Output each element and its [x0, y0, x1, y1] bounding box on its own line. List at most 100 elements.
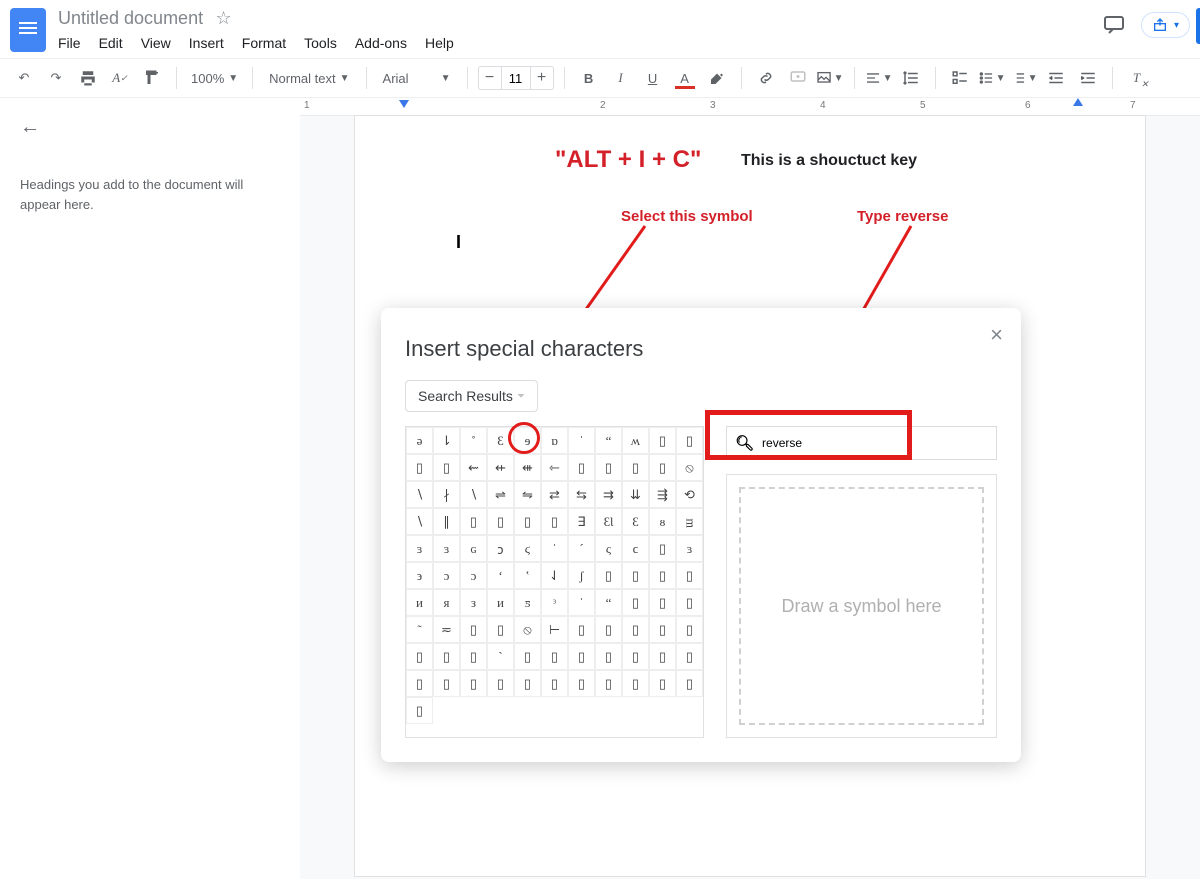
checklist-button[interactable]	[946, 64, 974, 92]
character-cell[interactable]: ▯	[622, 454, 649, 481]
menu-addons[interactable]: Add-ons	[355, 35, 407, 51]
character-cell[interactable]: ˋ	[487, 643, 514, 670]
character-cell[interactable]: ᴕ	[649, 508, 676, 535]
character-cell[interactable]: ▯	[649, 427, 676, 454]
character-cell[interactable]: ▯	[595, 616, 622, 643]
character-cell[interactable]: ∥	[433, 508, 460, 535]
character-cell[interactable]: ▯	[541, 643, 568, 670]
character-cell[interactable]: ⇌	[487, 481, 514, 508]
character-cell[interactable]: 𐑋	[487, 535, 514, 562]
character-cell[interactable]: ▯	[460, 616, 487, 643]
character-cell[interactable]: ▯	[514, 670, 541, 697]
character-cell[interactable]: ə	[406, 427, 433, 454]
character-cell[interactable]: ▯	[595, 454, 622, 481]
character-cell[interactable]: ⦸	[514, 616, 541, 643]
redo-button[interactable]: ↷	[42, 64, 70, 92]
character-cell[interactable]: ▯	[676, 562, 703, 589]
character-cell[interactable]: ⇊	[622, 481, 649, 508]
character-cell[interactable]: “	[595, 589, 622, 616]
character-cell[interactable]: ▯	[568, 670, 595, 697]
character-cell[interactable]: ⇶	[649, 481, 676, 508]
comments-icon[interactable]	[1101, 12, 1127, 38]
character-cell[interactable]: ▯	[649, 454, 676, 481]
character-cell[interactable]: ▯	[676, 616, 703, 643]
character-cell[interactable]: ▯	[514, 508, 541, 535]
character-cell[interactable]: ⇄	[541, 481, 568, 508]
character-cell[interactable]: ▯	[676, 670, 703, 697]
character-cell[interactable]: ʻ	[487, 562, 514, 589]
character-cell[interactable]: ∃	[568, 508, 595, 535]
character-cell[interactable]: ɔ	[460, 562, 487, 589]
character-cell[interactable]: ▯	[568, 616, 595, 643]
print-button[interactable]	[74, 64, 102, 92]
character-cell[interactable]: Ɛ	[622, 508, 649, 535]
character-cell[interactable]: ▯	[595, 670, 622, 697]
character-cell[interactable]: ƐƖ	[595, 508, 622, 535]
character-cell[interactable]: ϶	[406, 562, 433, 589]
underline-button[interactable]: U	[639, 64, 667, 92]
character-cell[interactable]: ⦸	[676, 454, 703, 481]
menu-insert[interactable]: Insert	[189, 35, 224, 51]
zoom-select[interactable]: 100%▼	[187, 71, 242, 86]
undo-button[interactable]: ↶	[10, 64, 38, 92]
character-cell[interactable]: ▯	[622, 589, 649, 616]
character-cell[interactable]: ▯	[676, 643, 703, 670]
character-cell[interactable]: ⇷	[487, 454, 514, 481]
bold-button[interactable]: B	[575, 64, 603, 92]
right-indent-marker-icon[interactable]	[1073, 98, 1083, 106]
character-cell[interactable]: ▯	[460, 670, 487, 697]
character-cell[interactable]: ⇃	[541, 562, 568, 589]
numbered-list-button[interactable]: ▼	[1010, 64, 1038, 92]
character-cell[interactable]: ▯	[676, 589, 703, 616]
character-cell[interactable]: ▯	[433, 670, 460, 697]
account-edge[interactable]	[1196, 8, 1200, 44]
indent-marker-icon[interactable]	[399, 100, 409, 108]
character-cell[interactable]: ▯	[406, 643, 433, 670]
character-cell[interactable]: ▯	[487, 616, 514, 643]
menu-file[interactable]: File	[58, 35, 81, 51]
character-cell[interactable]: ▯	[460, 643, 487, 670]
insert-link-button[interactable]	[752, 64, 780, 92]
character-cell[interactable]: ≂	[433, 616, 460, 643]
character-cell[interactable]: ɜ	[433, 535, 460, 562]
menu-tools[interactable]: Tools	[304, 35, 337, 51]
increase-indent-button[interactable]	[1074, 64, 1102, 92]
character-cell[interactable]: ▯	[487, 670, 514, 697]
share-button[interactable]: ▾	[1141, 12, 1190, 38]
character-cell[interactable]: ᴈ	[460, 589, 487, 616]
character-cell[interactable]: ▯	[568, 454, 595, 481]
character-cell[interactable]: ⟲	[676, 481, 703, 508]
back-arrow-icon[interactable]: ←	[20, 116, 40, 139]
close-icon[interactable]: ×	[990, 322, 1003, 348]
character-cell[interactable]: ϛ	[514, 535, 541, 562]
character-cell[interactable]: ▯	[622, 616, 649, 643]
character-cell[interactable]: ▯	[595, 643, 622, 670]
menu-edit[interactable]: Edit	[99, 35, 123, 51]
character-cell[interactable]: ɢ	[460, 535, 487, 562]
character-cell[interactable]: ⊢	[541, 616, 568, 643]
character-cell[interactable]: Ɛ	[487, 427, 514, 454]
insert-comment-button[interactable]	[784, 64, 812, 92]
character-cell[interactable]: ▯	[406, 454, 433, 481]
character-cell[interactable]: ▯	[541, 670, 568, 697]
character-cell[interactable]: “	[595, 427, 622, 454]
text-color-button[interactable]: A	[671, 64, 699, 92]
spellcheck-button[interactable]: A✓	[106, 64, 134, 92]
character-cell[interactable]: ▯	[649, 670, 676, 697]
character-cell[interactable]: ▯	[433, 643, 460, 670]
decrease-indent-button[interactable]	[1042, 64, 1070, 92]
character-cell[interactable]: ▯	[622, 643, 649, 670]
character-cell[interactable]: ⇽	[541, 454, 568, 481]
character-cell[interactable]: ▯	[676, 427, 703, 454]
character-cell[interactable]: ▯	[514, 643, 541, 670]
character-cell[interactable]: ▯	[406, 670, 433, 697]
character-cell[interactable]: ˈ	[568, 589, 595, 616]
character-cell[interactable]: ▯	[541, 508, 568, 535]
character-search-input[interactable]	[762, 436, 988, 450]
character-cell[interactable]: ⇆	[568, 481, 595, 508]
docs-logo-icon[interactable]	[10, 8, 46, 52]
character-cell[interactable]: ⇋	[514, 481, 541, 508]
ruler[interactable]: 1 2 3 4 5 6 7	[300, 98, 1200, 116]
insert-image-button[interactable]: ▼	[816, 64, 844, 92]
document-title[interactable]: Untitled document	[58, 8, 203, 29]
